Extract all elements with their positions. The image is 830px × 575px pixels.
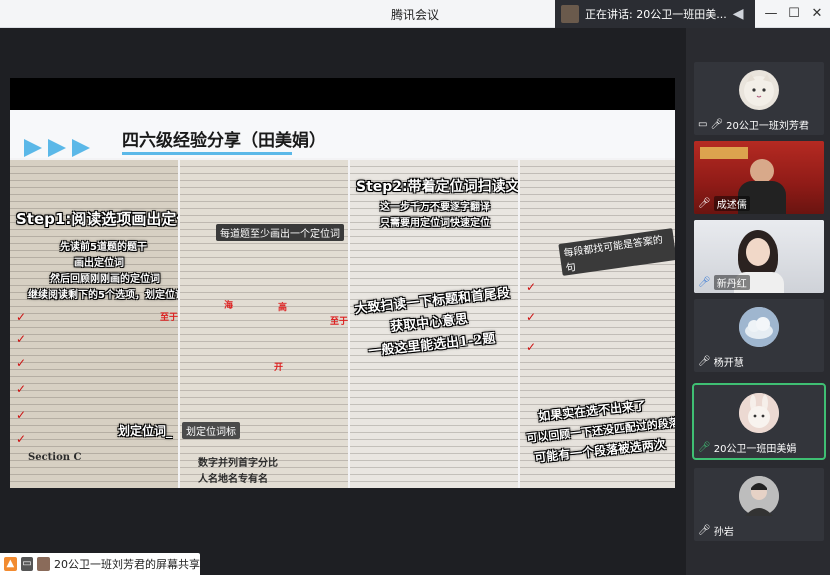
speaking-label: 正在讲话: 20公卫一班田美... xyxy=(585,8,727,21)
participant-panel[interactable]: ▭ 🎤︎ 20公卫一班刘芳君 🎤︎ 成述儒 🎤︎ 新丹红 🎤︎ 杨开慧 🎤︎ 2… xyxy=(686,28,830,575)
participant-tile[interactable]: 🎤︎ 新丹红 xyxy=(694,220,824,293)
microphone-icon: 🎤︎ xyxy=(710,118,724,130)
cloud-icon xyxy=(739,307,779,347)
arrow-icon xyxy=(48,139,66,157)
person-icon xyxy=(739,476,779,516)
exam-page-3: Step2:带着定位词扫读文章_ 这一步千万不要逐字翻译 只需要用定位词快速定位… xyxy=(350,160,518,488)
participant-name: 🎤︎ 新丹红 xyxy=(698,274,750,290)
cat-icon xyxy=(744,74,774,106)
screen-share-bar[interactable]: ▲ ▭ 20公卫一班刘芳君的屏幕共享 xyxy=(0,553,200,575)
screen-share-icon: ▭ xyxy=(698,118,708,130)
title-underline xyxy=(122,152,292,155)
exam-page-4: 每段都找可能是答案的句 ✓ ✓ ✓ 如果实在选不出来了 可以回顾一下还没匹配过的… xyxy=(520,160,675,488)
step2-annotation: Step2:带着定位词扫读文章_ xyxy=(356,179,518,195)
avatar xyxy=(739,393,779,433)
step2-note: 这一步千万不要逐字翻译 xyxy=(380,202,490,213)
speaker-thumbnail xyxy=(561,5,579,23)
avatar xyxy=(739,70,779,110)
presenter-avatar xyxy=(37,557,51,571)
red-mark: 至于 xyxy=(160,313,178,323)
page2-bottom-note: 人名地名专有名 xyxy=(198,474,268,485)
step1-note: 然后回顾刚刚画的定位词 xyxy=(50,274,160,285)
checkmark-icon: ✓ xyxy=(16,432,27,446)
participant-tile[interactable]: ▭ 🎤︎ 20公卫一班刘芳君 xyxy=(694,62,824,135)
close-button[interactable]: ✕ xyxy=(806,4,828,24)
speaker-volume-icon: ◀ xyxy=(732,6,744,22)
microphone-icon: 🎤︎ xyxy=(698,197,711,209)
section-c-label: Section C xyxy=(28,452,82,463)
participant-name: ▭ 🎤︎ 20公卫一班刘芳君 xyxy=(698,118,809,132)
checkmark-icon: ✓ xyxy=(526,340,537,354)
microphone-icon: 🎤︎ xyxy=(698,355,711,367)
page2-note: 每道题至少画出一个定位词 xyxy=(216,224,344,241)
participant-name: 🎤︎ 成述儒 xyxy=(698,195,750,211)
participant-tile[interactable]: 🎤︎ 杨开慧 xyxy=(694,299,824,372)
speaking-indicator[interactable]: 正在讲话: 20公卫一班田美... ◀ xyxy=(555,0,755,28)
red-mark: 海 xyxy=(224,301,234,311)
screen-share-view[interactable]: 四六级经验分享（田美娟） Step1:阅读选项画出定位词_ 先读前5道题的题干 … xyxy=(10,78,675,488)
step1-note: 继续阅读剩下的5个选项，划定位词 xyxy=(28,290,178,301)
page2-box: 划定位词标 xyxy=(182,422,240,439)
checkmark-icon: ✓ xyxy=(16,310,27,324)
screen-share-label: 20公卫一班刘芳君的屏幕共享 xyxy=(54,558,201,571)
microphone-speaking-icon: 🎤︎ xyxy=(698,441,711,453)
title-bar: 腾讯会议 正在讲话: 20公卫一班田美... ◀ — ☐ ✕ xyxy=(0,0,830,28)
participant-name: 🎤︎ 孙岩 xyxy=(698,524,734,538)
presentation-slide: 四六级经验分享（田美娟） Step1:阅读选项画出定位词_ 先读前5道题的题干 … xyxy=(10,110,675,488)
arrow-icon xyxy=(24,139,42,157)
red-mark: 至于 xyxy=(330,317,348,327)
participant-tile-active[interactable]: 🎤︎ 20公卫一班田美娟 xyxy=(692,383,826,460)
participant-tile[interactable]: 🎤︎ 成述儒 xyxy=(694,141,824,214)
rabbit-icon xyxy=(739,393,779,433)
exam-page-2: 每道题至少画出一个定位词 海 高 至于 开 划定位词标 数字并列首字分比 人名地… xyxy=(180,160,348,488)
minimize-button[interactable]: — xyxy=(760,4,782,24)
checkmark-icon: ✓ xyxy=(16,332,27,346)
maximize-button[interactable]: ☐ xyxy=(783,4,805,24)
step1-annotation: Step1:阅读选项画出定位词_ xyxy=(16,210,178,228)
checkmark-icon: ✓ xyxy=(526,280,537,294)
red-mark: 开 xyxy=(274,363,284,373)
avatar xyxy=(739,307,779,347)
meeting-window: 腾讯会议 正在讲话: 20公卫一班田美... ◀ — ☐ ✕ 四六级经验分享（田… xyxy=(0,0,830,575)
slide-title: 四六级经验分享（田美娟） xyxy=(122,131,326,151)
checkmark-icon: ✓ xyxy=(526,310,537,324)
step1-note: 先读前5道题的题干 xyxy=(60,242,147,253)
arrow-icon xyxy=(72,139,90,157)
screen-share-icon: ▭ xyxy=(20,557,34,571)
participant-name: 🎤︎ 20公卫一班田美娟 xyxy=(698,441,797,455)
avatar xyxy=(739,476,779,516)
page2-bottom-note: 数字并列首字分比 xyxy=(198,458,278,469)
step1-mark: 划定位词_ xyxy=(118,424,173,438)
step2-note: 只需要用定位词快速定位 xyxy=(380,218,490,229)
microphone-icon: 🎤︎ xyxy=(698,524,711,536)
checkmark-icon: ✓ xyxy=(16,356,27,370)
participant-name: 🎤︎ 杨开慧 xyxy=(698,355,744,369)
slide-header: 四六级经验分享（田美娟） xyxy=(10,110,675,158)
exam-page-1: Step1:阅读选项画出定位词_ 先读前5道题的题干 画出定位词 然后回顾刚刚画… xyxy=(10,160,178,488)
participant-tile[interactable]: 🎤︎ 孙岩 xyxy=(694,468,824,541)
warning-icon: ▲ xyxy=(4,557,17,571)
checkmark-icon: ✓ xyxy=(16,382,27,396)
step1-note: 画出定位词 xyxy=(74,258,124,269)
microphone-icon: 🎤︎ xyxy=(698,276,711,288)
checkmark-icon: ✓ xyxy=(16,408,27,422)
red-mark: 高 xyxy=(278,303,288,313)
